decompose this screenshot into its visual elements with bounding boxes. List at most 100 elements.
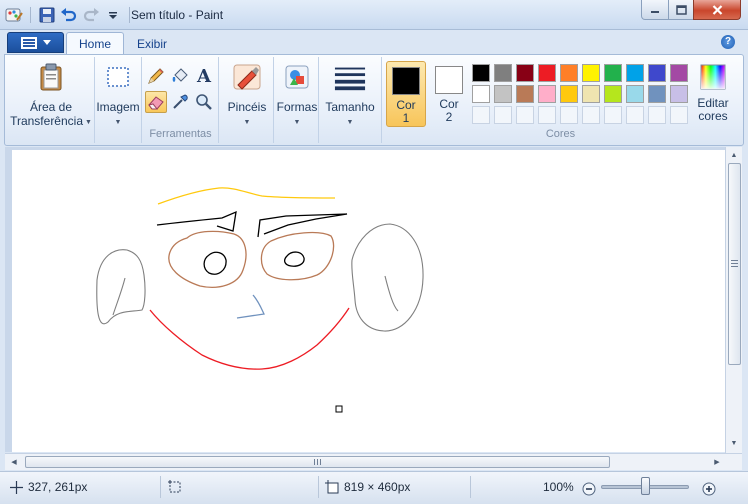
- zoom-slider-thumb[interactable]: [641, 477, 650, 495]
- palette-color-swatch[interactable]: [624, 83, 646, 104]
- palette-color-swatch[interactable]: [514, 104, 536, 125]
- help-icon[interactable]: ?: [721, 35, 735, 49]
- palette-color-swatch[interactable]: [646, 83, 668, 104]
- save-icon[interactable]: [37, 5, 57, 25]
- palette-color-swatch[interactable]: [558, 104, 580, 125]
- scroll-down-icon[interactable]: ▼: [728, 437, 740, 449]
- canvas-resize-handle[interactable]: [335, 405, 343, 413]
- zoom-in-button[interactable]: [702, 480, 716, 498]
- palette-color-swatch[interactable]: [492, 104, 514, 125]
- image-label: Imagem: [96, 100, 140, 114]
- color-palette: [470, 62, 690, 125]
- palette-color-swatch[interactable]: [646, 62, 668, 83]
- color2-swatch: [435, 66, 463, 94]
- right-eye-outline: [260, 231, 335, 281]
- shapes-icon: [281, 61, 313, 93]
- palette-color-swatch[interactable]: [602, 62, 624, 83]
- palette-color-swatch[interactable]: [514, 83, 536, 104]
- close-button[interactable]: [693, 0, 741, 20]
- pencil-tool[interactable]: [145, 65, 167, 87]
- palette-color-swatch[interactable]: [580, 104, 602, 125]
- fill-tool[interactable]: [169, 65, 191, 87]
- quick-access-toolbar: [4, 4, 134, 26]
- minimize-button[interactable]: [641, 0, 669, 20]
- image-button[interactable]: Imagem ▼: [96, 61, 140, 129]
- magnifier-tool[interactable]: [193, 91, 215, 113]
- ribbon-tab-row: Home Exibir ?: [0, 30, 748, 55]
- palette-color-swatch[interactable]: [558, 62, 580, 83]
- text-icon[interactable]: A: [193, 65, 215, 87]
- color2-button[interactable]: Cor 2: [429, 61, 469, 127]
- zoom-out-icon: [582, 482, 596, 496]
- grip-icon: [731, 260, 738, 267]
- palette-color-swatch[interactable]: [514, 62, 536, 83]
- size-button[interactable]: Tamanho ▼: [322, 61, 378, 129]
- palette-color-swatch[interactable]: [646, 104, 668, 125]
- selection-size: [168, 478, 187, 496]
- group-clipboard: Área de Transferência ▼: [7, 57, 95, 143]
- cursor-position-text: 327, 261px: [28, 480, 88, 494]
- palette-color-swatch[interactable]: [624, 104, 646, 125]
- palette-color-swatch[interactable]: [492, 62, 514, 83]
- color1-button[interactable]: Cor 1: [386, 61, 426, 127]
- palette-color-swatch[interactable]: [492, 83, 514, 104]
- right-ear-inner: [384, 275, 399, 312]
- palette-swatch-fill: [538, 84, 556, 103]
- customize-toolbar-icon[interactable]: [103, 5, 123, 25]
- palette-color-swatch[interactable]: [668, 83, 690, 104]
- shapes-button[interactable]: Formas ▼: [275, 61, 319, 129]
- paint-app-icon[interactable]: [4, 5, 24, 25]
- toolbar-separator: [30, 7, 31, 23]
- title-bar: Sem título - Paint: [0, 0, 748, 30]
- redo-icon[interactable]: [81, 5, 101, 25]
- palette-color-swatch[interactable]: [580, 62, 602, 83]
- palette-color-swatch[interactable]: [470, 62, 492, 83]
- palette-color-swatch[interactable]: [668, 62, 690, 83]
- zoom-out-button[interactable]: [582, 480, 596, 498]
- window-title: Sem título - Paint: [131, 8, 224, 22]
- palette-color-swatch[interactable]: [602, 83, 624, 104]
- horizontal-scrollbar[interactable]: ◀ ▶: [5, 453, 742, 470]
- palette-color-swatch[interactable]: [536, 83, 558, 104]
- eraser-tool[interactable]: [145, 91, 167, 113]
- drawing-canvas[interactable]: [12, 150, 725, 452]
- zoom-level: 100%: [543, 478, 574, 496]
- status-separator: [470, 476, 471, 498]
- tab-home[interactable]: Home: [66, 32, 125, 55]
- tab-exibir[interactable]: Exibir: [125, 32, 179, 55]
- scroll-left-icon[interactable]: ◀: [8, 456, 20, 468]
- select-rect-icon: [102, 61, 134, 93]
- palette-color-swatch[interactable]: [624, 62, 646, 83]
- chevron-down-icon: ▼: [293, 119, 301, 126]
- ribbon-home: Área de Transferência ▼ Imagem ▼ A Ferra…: [4, 54, 744, 146]
- scroll-up-icon[interactable]: ▲: [728, 149, 740, 161]
- palette-color-swatch[interactable]: [558, 83, 580, 104]
- palette-swatch-fill: [560, 105, 578, 124]
- vertical-scrollbar[interactable]: ▲ ▼: [725, 147, 742, 453]
- brushes-button[interactable]: Pincéis ▼: [222, 61, 272, 129]
- maximize-button[interactable]: [668, 0, 694, 20]
- group-size: Tamanho ▼: [320, 57, 380, 143]
- grip-icon: [314, 459, 321, 465]
- chevron-down-icon: [42, 40, 51, 45]
- palette-color-swatch[interactable]: [668, 104, 690, 125]
- palette-color-swatch[interactable]: [580, 83, 602, 104]
- palette-color-swatch[interactable]: [602, 104, 624, 125]
- clipboard-button[interactable]: Área de Transferência ▼: [10, 61, 92, 129]
- status-separator: [160, 476, 161, 498]
- vertical-scroll-thumb[interactable]: [728, 163, 741, 365]
- palette-color-swatch[interactable]: [470, 104, 492, 125]
- undo-icon[interactable]: [59, 5, 79, 25]
- paint-menu-button[interactable]: [7, 32, 64, 53]
- scroll-right-icon[interactable]: ▶: [711, 456, 723, 468]
- color1-swatch: [392, 67, 420, 95]
- palette-color-swatch[interactable]: [536, 62, 558, 83]
- palette-color-swatch[interactable]: [470, 83, 492, 104]
- edit-colors-button[interactable]: Editar cores: [692, 61, 734, 123]
- horizontal-scroll-thumb[interactable]: [25, 456, 610, 468]
- color-picker-tool[interactable]: [169, 91, 191, 113]
- group-colors: Cor 1 Cor 2 Editar cores Cores: [381, 57, 739, 143]
- group-shapes: Formas ▼: [275, 57, 319, 143]
- palette-color-swatch[interactable]: [536, 104, 558, 125]
- palette-swatch-fill: [626, 105, 644, 124]
